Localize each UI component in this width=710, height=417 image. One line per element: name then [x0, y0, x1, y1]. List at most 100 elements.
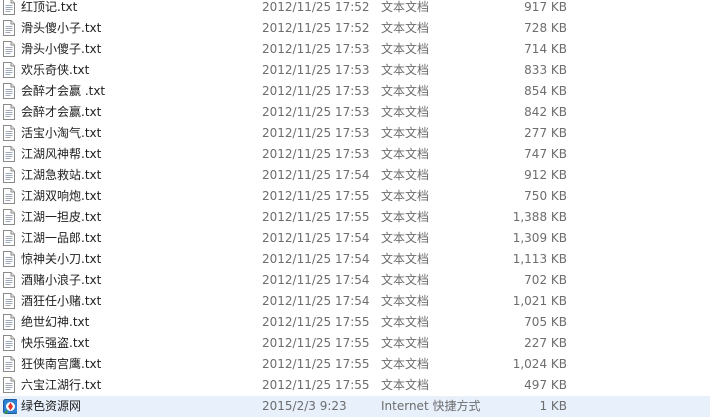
file-modified-date: 2012/11/25 17:55 [262, 357, 370, 371]
file-name: 快乐强盗.txt [21, 336, 90, 350]
file-row-2[interactable]: 滑头傻小子.txt 2012/11/25 17:52 文本文档 728 KB [0, 18, 710, 39]
file-icon-cell [3, 144, 17, 165]
file-name: 活宝小淘气.txt [21, 126, 102, 140]
file-icon-cell [3, 375, 17, 396]
file-modified-date: 2012/11/25 17:53 [262, 126, 370, 140]
text-file-icon [3, 188, 15, 204]
text-file-icon [3, 146, 15, 162]
file-size: 842 KB [524, 105, 567, 119]
file-icon-cell [3, 81, 17, 102]
file-name: 江湖一担皮.txt [21, 210, 102, 224]
file-type: 文本文档 [381, 126, 430, 140]
file-type: 文本文档 [381, 336, 430, 350]
file-type: 文本文档 [381, 147, 430, 161]
file-name: 江湖急救站.txt [21, 168, 102, 182]
file-row-10[interactable]: 江湖双响炮.txt 2012/11/25 17:55 文本文档 750 KB [0, 186, 710, 207]
file-size: 702 KB [524, 273, 567, 287]
file-size: 1 KB [539, 399, 567, 413]
file-modified-date: 2012/11/25 17:55 [262, 378, 370, 392]
file-size: 227 KB [524, 336, 567, 350]
file-row-15[interactable]: 酒狂任小赌.txt 2012/11/25 17:54 文本文档 1,021 KB [0, 291, 710, 312]
file-list: 红顶记.txt 2012/11/25 17:52 文本文档 917 KB 滑头傻… [0, 0, 710, 417]
file-name: 江湖风神帮.txt [21, 147, 102, 161]
file-icon-cell [3, 165, 17, 186]
text-file-icon [3, 251, 15, 267]
file-row-20[interactable]: 绿色资源网 2015/2/3 9:23 Internet 快捷方式 1 KB [0, 396, 710, 417]
file-icon-cell [3, 39, 17, 60]
file-row-6[interactable]: 会醉才会赢.txt 2012/11/25 17:53 文本文档 842 KB [0, 102, 710, 123]
file-icon-cell [3, 60, 17, 81]
file-row-3[interactable]: 滑头小傻子.txt 2012/11/25 17:53 文本文档 714 KB [0, 39, 710, 60]
file-row-18[interactable]: 狂侠南宫鹰.txt 2012/11/25 17:55 文本文档 1,024 KB [0, 354, 710, 375]
file-row-11[interactable]: 江湖一担皮.txt 2012/11/25 17:55 文本文档 1,388 KB [0, 207, 710, 228]
file-type: 文本文档 [381, 42, 430, 56]
file-size: 1,024 KB [512, 357, 567, 371]
file-type: 文本文档 [381, 189, 430, 203]
file-modified-date: 2012/11/25 17:55 [262, 210, 370, 224]
file-icon-cell [3, 207, 17, 228]
file-type: 文本文档 [381, 0, 430, 14]
file-modified-date: 2012/11/25 17:54 [262, 273, 370, 287]
file-name: 滑头小傻子.txt [21, 42, 102, 56]
text-file-icon [3, 335, 15, 351]
file-size: 854 KB [524, 84, 567, 98]
file-size: 1,021 KB [512, 294, 567, 308]
file-modified-date: 2012/11/25 17:54 [262, 168, 370, 182]
file-row-16[interactable]: 绝世幻神.txt 2012/11/25 17:55 文本文档 705 KB [0, 312, 710, 333]
file-icon-cell [3, 123, 17, 144]
file-type: 文本文档 [381, 252, 430, 266]
file-modified-date: 2012/11/25 17:52 [262, 0, 370, 14]
file-name: 狂侠南宫鹰.txt [21, 357, 102, 371]
file-name: 绝世幻神.txt [21, 315, 90, 329]
file-type: Internet 快捷方式 [381, 399, 481, 413]
text-file-icon [3, 0, 15, 15]
file-icon-cell [3, 18, 17, 39]
file-row-17[interactable]: 快乐强盗.txt 2012/11/25 17:55 文本文档 227 KB [0, 333, 710, 354]
file-size: 714 KB [524, 42, 567, 56]
file-size: 917 KB [524, 0, 567, 14]
file-type: 文本文档 [381, 357, 430, 371]
file-type: 文本文档 [381, 273, 430, 287]
file-modified-date: 2012/11/25 17:54 [262, 294, 370, 308]
file-icon-cell [3, 270, 17, 291]
file-row-1[interactable]: 红顶记.txt 2012/11/25 17:52 文本文档 917 KB [0, 0, 710, 18]
text-file-icon [3, 62, 15, 78]
file-icon-cell [3, 228, 17, 249]
file-size: 1,113 KB [512, 252, 567, 266]
file-name: 欢乐奇侠.txt [21, 63, 90, 77]
text-file-icon [3, 20, 15, 36]
file-row-14[interactable]: 酒赌小浪子.txt 2012/11/25 17:54 文本文档 702 KB [0, 270, 710, 291]
file-type: 文本文档 [381, 21, 430, 35]
text-file-icon [3, 104, 15, 120]
text-file-icon [3, 314, 15, 330]
file-row-13[interactable]: 惊神关小刀.txt 2012/11/25 17:54 文本文档 1,113 KB [0, 249, 710, 270]
text-file-icon [3, 209, 15, 225]
file-type: 文本文档 [381, 231, 430, 245]
file-modified-date: 2012/11/25 17:53 [262, 42, 370, 56]
file-modified-date: 2012/11/25 17:52 [262, 21, 370, 35]
file-modified-date: 2012/11/25 17:55 [262, 189, 370, 203]
file-size: 747 KB [524, 147, 567, 161]
file-name: 酒狂任小赌.txt [21, 294, 102, 308]
file-type: 文本文档 [381, 105, 430, 119]
file-modified-date: 2012/11/25 17:55 [262, 336, 370, 350]
file-row-8[interactable]: 江湖风神帮.txt 2012/11/25 17:53 文本文档 747 KB [0, 144, 710, 165]
file-modified-date: 2012/11/25 17:53 [262, 105, 370, 119]
text-file-icon [3, 377, 15, 393]
file-modified-date: 2012/11/25 17:53 [262, 84, 370, 98]
file-icon-cell [3, 186, 17, 207]
file-row-19[interactable]: 六宝江湖行.txt 2012/11/25 17:55 文本文档 497 KB [0, 375, 710, 396]
file-size: 705 KB [524, 315, 567, 329]
file-icon-cell [3, 249, 17, 270]
file-row-4[interactable]: 欢乐奇侠.txt 2012/11/25 17:53 文本文档 833 KB [0, 60, 710, 81]
text-file-icon [3, 272, 15, 288]
file-row-12[interactable]: 江湖一品郎.txt 2012/11/25 17:54 文本文档 1,309 KB [0, 228, 710, 249]
file-row-9[interactable]: 江湖急救站.txt 2012/11/25 17:54 文本文档 912 KB [0, 165, 710, 186]
file-row-5[interactable]: 会醉才会赢 .txt 2012/11/25 17:53 文本文档 854 KB [0, 81, 710, 102]
file-name: 酒赌小浪子.txt [21, 273, 102, 287]
file-row-7[interactable]: 活宝小淘气.txt 2012/11/25 17:53 文本文档 277 KB [0, 123, 710, 144]
file-name: 六宝江湖行.txt [21, 378, 102, 392]
file-size: 728 KB [524, 21, 567, 35]
file-name: 绿色资源网 [21, 399, 82, 413]
text-file-icon [3, 125, 15, 141]
